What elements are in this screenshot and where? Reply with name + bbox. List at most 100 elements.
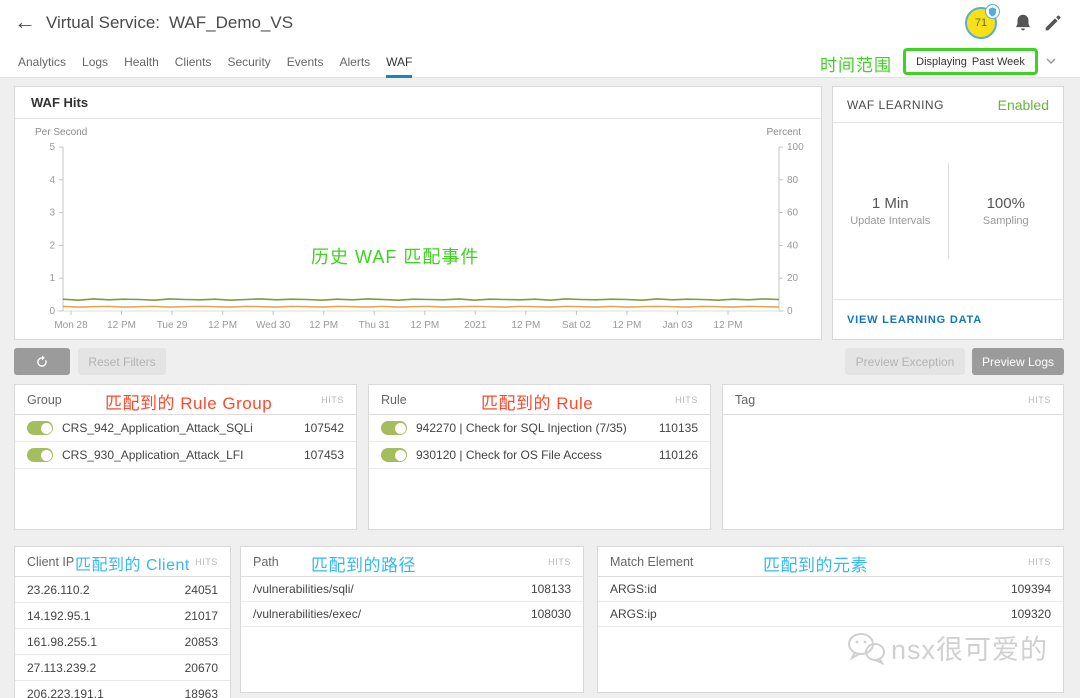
tab-clients[interactable]: Clients [175, 46, 212, 78]
tag-panel-title: Tag [735, 392, 756, 407]
shield-icon [985, 4, 1000, 19]
match-element-value: ARGS:ip [610, 607, 657, 621]
reset-filters-button[interactable]: Reset Filters [78, 348, 166, 375]
svg-text:12 PM: 12 PM [309, 320, 338, 331]
client-ip-row[interactable]: 14.192.95.1 21017 [15, 603, 230, 629]
rule-panel-rows: 942270 | Check for SQL Injection (7/35) … [369, 415, 710, 469]
toggle-on-switch[interactable] [381, 421, 407, 435]
rule-panel-header: Rule HITS [369, 385, 710, 415]
hits-column-header: HITS [321, 394, 344, 405]
client-ip-hits: 20853 [184, 634, 218, 649]
rule-group-row[interactable]: CRS_930_Application_Attack_LFI 107453 [15, 442, 356, 469]
client-ip-hits: 20670 [184, 660, 218, 675]
svg-text:60: 60 [787, 208, 799, 219]
watermark: nsx很可爱的 [845, 628, 1048, 667]
path-value: /vulnerabilities/sqli/ [253, 582, 354, 596]
client-ip-panel-rows: 23.26.110.2 24051 14.192.95.1 21017 161.… [15, 577, 230, 698]
svg-text:Per Second: Per Second [35, 127, 87, 138]
toggle-on-switch[interactable] [27, 448, 53, 462]
tab-logs[interactable]: Logs [82, 46, 108, 78]
svg-text:12 PM: 12 PM [107, 320, 136, 331]
watermark-text: nsx很可爱的 [891, 635, 1049, 665]
rule-row[interactable]: 942270 | Check for SQL Injection (7/35) … [369, 415, 710, 442]
svg-text:100: 100 [787, 142, 804, 153]
refresh-icon [37, 355, 47, 367]
path-panel: Path HITS /vulnerabilities/sqli/ 108133 … [240, 546, 584, 693]
svg-text:2: 2 [49, 240, 55, 251]
client-ip-row[interactable]: 23.26.110.2 24051 [15, 577, 230, 603]
edit-pencil-icon[interactable] [1042, 12, 1064, 34]
svg-text:80: 80 [787, 175, 799, 186]
view-learning-data-link[interactable]: VIEW LEARNING DATA [847, 314, 982, 326]
svg-text:0: 0 [49, 306, 55, 317]
bell-icon[interactable] [1012, 12, 1034, 34]
client-ip: 14.192.95.1 [27, 608, 91, 623]
client-ip-hits: 18963 [184, 686, 218, 698]
svg-text:Thu 31: Thu 31 [359, 320, 391, 331]
group-panel: Group HITS CRS_942_Application_Attack_SQ… [14, 384, 357, 530]
waf-dashboard: ← Virtual Service: WAF_Demo_VS 71 Analyti… [0, 0, 1080, 698]
wechat-icon [848, 632, 885, 665]
hits-column-header: HITS [1028, 394, 1051, 405]
tab-alerts[interactable]: Alerts [339, 46, 370, 78]
svg-text:3: 3 [49, 208, 55, 219]
svg-text:4: 4 [49, 175, 55, 186]
svg-text:Wed 30: Wed 30 [256, 320, 291, 331]
refresh-button[interactable] [14, 348, 70, 375]
svg-text:0: 0 [787, 306, 793, 317]
rule-hits: 110126 [658, 448, 698, 462]
sampling-stat: 100% Sampling [949, 195, 1064, 227]
waf-hits-card-header: WAF Hits [15, 87, 821, 119]
chart-annotation: 历史 WAF 匹配事件 [311, 247, 480, 267]
svg-text:Mon 28: Mon 28 [54, 320, 88, 331]
client-ip: 23.26.110.2 [27, 582, 90, 597]
time-range-prefix: Displaying [916, 55, 967, 68]
path-row[interactable]: /vulnerabilities/exec/ 108030 [241, 602, 583, 627]
client-ip-row[interactable]: 206.223.191.1 18963 [15, 681, 230, 698]
client-ip-row[interactable]: 27.113.239.2 20670 [15, 655, 230, 681]
back-arrow-icon[interactable]: ← [14, 9, 36, 35]
rule-group-name: CRS_930_Application_Attack_LFI [62, 448, 244, 462]
match-element-row[interactable]: ARGS:id 109394 [598, 577, 1063, 602]
page-title: Virtual Service: WAF_Demo_VS [46, 13, 293, 33]
svg-text:20: 20 [787, 273, 799, 284]
tag-panel-header: Tag HITS [723, 385, 1063, 415]
path-panel-rows: /vulnerabilities/sqli/ 108133 /vulnerabi… [241, 577, 583, 627]
tab-waf[interactable]: WAF [386, 46, 413, 78]
toggle-on-switch[interactable] [27, 421, 53, 435]
svg-text:12 PM: 12 PM [511, 320, 540, 331]
match-element-row[interactable]: ARGS:ip 109320 [598, 602, 1063, 627]
time-range-dropdown[interactable]: Displaying Past Week [903, 48, 1038, 75]
preview-exception-button[interactable]: Preview Exception [845, 348, 965, 375]
client-ip-hits: 24051 [184, 582, 218, 597]
path-hits: 108133 [530, 582, 571, 596]
tab-analytics[interactable]: Analytics [18, 46, 66, 78]
path-row[interactable]: /vulnerabilities/sqli/ 108133 [241, 577, 583, 602]
svg-text:Tue 29: Tue 29 [157, 320, 188, 331]
rule-name: 942270 | Check for SQL Injection (7/35) [416, 421, 627, 435]
toggle-on-switch[interactable] [381, 448, 407, 462]
client-ip-panel: Client IP HITS 23.26.110.2 24051 14.192.… [14, 546, 231, 698]
client-ip-panel-header: Client IP HITS [15, 547, 230, 577]
tab-health[interactable]: Health [124, 46, 159, 78]
rule-group-hits: 107542 [303, 421, 344, 435]
client-ip-row[interactable]: 161.98.255.1 20853 [15, 629, 230, 655]
waf-hits-title: WAF Hits [31, 95, 89, 110]
rule-group-row[interactable]: CRS_942_Application_Attack_SQLi 107542 [15, 415, 356, 442]
hits-column-header: HITS [1028, 556, 1051, 567]
health-score-badge[interactable]: 71 [965, 4, 1000, 39]
chevron-down-icon[interactable] [1044, 54, 1058, 68]
rule-row[interactable]: 930120 | Check for OS File Access 110126 [369, 442, 710, 469]
waf-learning-title: WAF LEARNING [847, 97, 944, 112]
tab-bar: Analytics Logs Health Clients Security Events… [0, 46, 1080, 78]
tab-security[interactable]: Security [227, 46, 270, 78]
tab-events[interactable]: Events [287, 46, 324, 78]
preview-logs-button[interactable]: Preview Logs [972, 348, 1064, 375]
match-element-panel-rows: ARGS:id 109394 ARGS:ip 109320 [598, 577, 1063, 627]
waf-hits-chart[interactable]: Per Second Percent 5 4 3 2 1 0 100 80 60 40 20 0 Mon 2… [15, 119, 821, 339]
waf-learning-header: WAF LEARNING Enabled [833, 87, 1063, 123]
group-panel-rows: CRS_942_Application_Attack_SQLi 107542 C… [15, 415, 356, 469]
match-element-value: ARGS:id [610, 582, 657, 596]
health-score-value: 71 [974, 17, 988, 29]
client-ip: 27.113.239.2 [27, 660, 97, 675]
